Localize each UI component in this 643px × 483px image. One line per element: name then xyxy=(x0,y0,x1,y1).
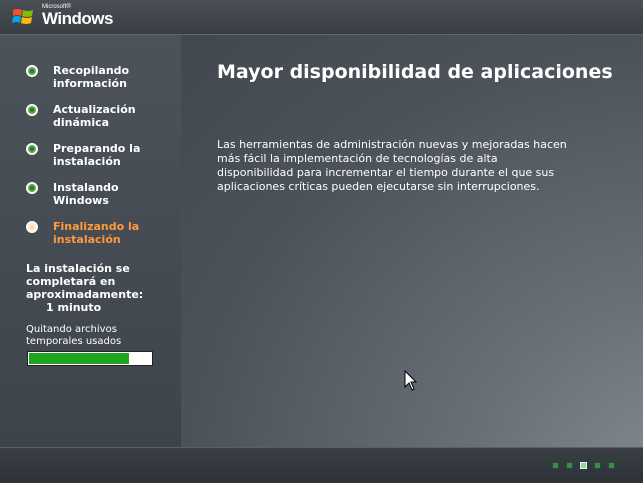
page-title: Mayor disponibilidad de aplicaciones xyxy=(217,61,613,83)
step-done-icon xyxy=(26,182,38,194)
progress-fill xyxy=(29,353,129,364)
step-done-icon xyxy=(26,104,38,116)
slide-dot xyxy=(594,462,601,469)
top-bar: Microsoft® Windows xyxy=(0,0,643,35)
description-text: Las herramientas de administración nueva… xyxy=(217,138,567,193)
windows-flag-icon xyxy=(12,9,33,24)
step-label: Finalizando la instalación xyxy=(53,220,140,246)
step-done-icon xyxy=(26,65,38,77)
progress-bar xyxy=(27,351,153,366)
step-current-icon xyxy=(26,221,38,233)
step-label: Instalando Windows xyxy=(53,181,119,207)
time-remaining-label: La instalación se completará en aproxima… xyxy=(26,262,144,301)
setup-screen: Microsoft® Windows Recopilando informaci… xyxy=(0,0,643,483)
windows-wordmark: Windows xyxy=(42,9,113,28)
slide-dot xyxy=(552,462,559,469)
slide-dot xyxy=(580,462,587,469)
mouse-pointer-icon xyxy=(404,370,418,391)
step-label: Preparando la instalación xyxy=(53,142,141,168)
time-remaining-value: 1 minuto xyxy=(46,301,102,314)
slide-dot xyxy=(608,462,615,469)
bottom-bar xyxy=(0,447,643,483)
step-label: Recopilando información xyxy=(53,64,130,90)
status-text: Quitando archivos temporales usados xyxy=(26,324,122,347)
step-label: Actualización dinámica xyxy=(53,103,136,129)
sidebar: Recopilando información Actualización di… xyxy=(0,35,181,447)
slide-dot xyxy=(566,462,573,469)
step-done-icon xyxy=(26,143,38,155)
time-remaining-message: La instalación se completará en aproxima… xyxy=(26,262,176,314)
